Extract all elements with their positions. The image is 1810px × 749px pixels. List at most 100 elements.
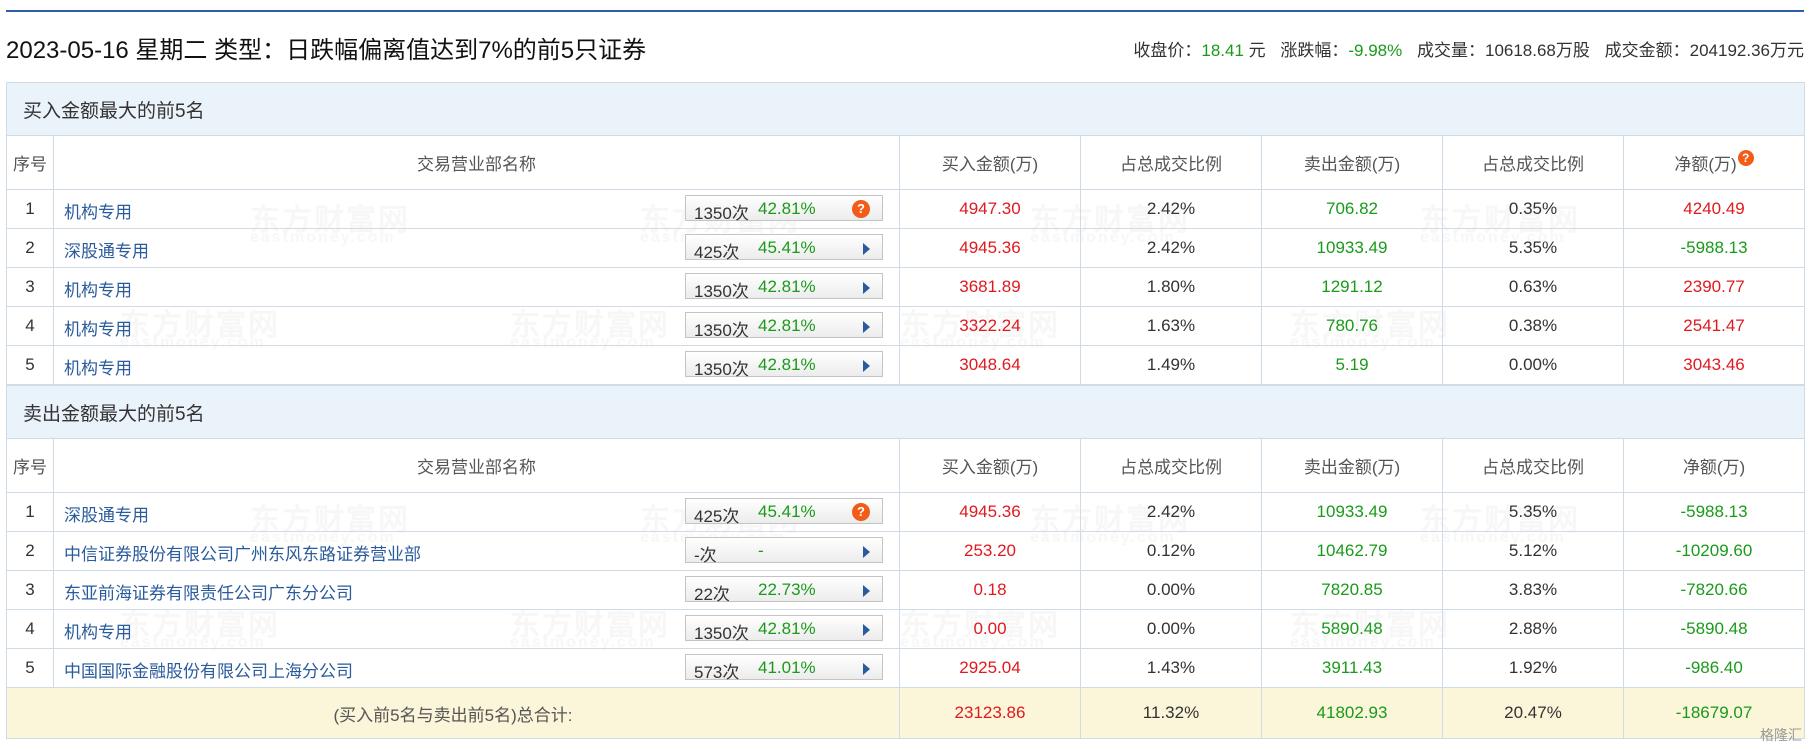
branch-stats-button[interactable]: -次 - — [685, 537, 883, 565]
close-label: 收盘价： — [1133, 41, 1202, 60]
sell-ratio: 5.35% — [1442, 228, 1624, 268]
branch-name-link[interactable]: 东亚前海证券有限责任公司广东分公司 — [64, 579, 353, 604]
branch-cell: 中信证券股份有限公司广州东风东路证券营业部 -次 - — [53, 531, 900, 571]
col-sell: 卖出金额(万) — [1261, 438, 1443, 493]
branch-cell: 深股通专用 425次 45.41% — [53, 228, 900, 268]
col-net: 净额(万) — [1622, 438, 1806, 493]
branch-name-link[interactable]: 深股通专用 — [64, 237, 149, 262]
buy-ratio: 0.00% — [1080, 609, 1262, 649]
branch-cell: 机构专用 1350次 42.81% — [53, 609, 900, 649]
net-amount: 2390.77 — [1622, 267, 1806, 307]
sell-ratio: 1.92% — [1442, 648, 1624, 688]
branch-cell: 机构专用 1350次 42.81% — [53, 267, 900, 307]
page-title: 2023-05-16 星期二 类型：日跌幅偏离值达到7%的前5只证券 — [6, 37, 647, 64]
branch-name-link[interactable]: 中国国际金融股份有限公司上海分公司 — [64, 657, 353, 682]
sell-amount: 10933.49 — [1261, 228, 1443, 268]
sell-ratio: 0.35% — [1442, 189, 1624, 229]
appearance-count: -次 — [694, 546, 717, 565]
sell-amount: 780.76 — [1261, 306, 1443, 346]
success-rate: 42.81% — [758, 355, 816, 374]
net-amount: 4240.49 — [1622, 189, 1806, 229]
buy-amount: 0.00 — [899, 609, 1081, 649]
buy-amount: 4947.30 — [899, 189, 1081, 229]
expand-arrow-icon[interactable] — [863, 585, 870, 597]
branch-name-link[interactable]: 机构专用 — [64, 198, 132, 223]
success-rate: 45.41% — [758, 502, 816, 521]
stock-summary: 收盘价：18.41 元 涨跌幅：-9.98% 成交量：10618.68万股 成交… — [1133, 36, 1804, 61]
branch-stats-button[interactable]: 1350次 42.81% — [685, 615, 883, 643]
source-logo: 格隆汇 — [1760, 727, 1802, 743]
branch-stats-button[interactable]: 1350次 42.81% — [685, 312, 883, 340]
col-buy-ratio: 占总成交比例 — [1080, 438, 1262, 493]
branch-stats-button[interactable]: 22次 22.73% — [685, 576, 883, 604]
branch-stats-button[interactable]: 425次 45.41% — [685, 234, 883, 262]
branch-stats-button[interactable]: 1350次 42.81%? — [685, 195, 883, 223]
row-index: 5 — [6, 648, 54, 688]
col-index: 序号 — [6, 135, 54, 190]
help-question-icon[interactable]: ? — [852, 200, 870, 218]
appearance-count: 425次 — [694, 507, 740, 526]
col-sell-ratio: 占总成交比例 — [1442, 135, 1624, 190]
expand-arrow-icon[interactable] — [863, 321, 870, 333]
amount-label: 成交金额： — [1604, 41, 1690, 60]
sell-ratio: 0.63% — [1442, 267, 1624, 307]
appearance-count: 573次 — [694, 663, 740, 682]
sell-ratio: 0.00% — [1442, 345, 1624, 385]
expand-arrow-icon[interactable] — [863, 243, 870, 255]
branch-name-link[interactable]: 机构专用 — [64, 618, 132, 643]
appearance-count: 425次 — [694, 243, 740, 262]
expand-arrow-icon[interactable] — [863, 360, 870, 372]
row-index: 3 — [6, 570, 54, 610]
buy-ratio: 1.43% — [1080, 648, 1262, 688]
net-amount: -5988.13 — [1622, 228, 1806, 268]
col-buy: 买入金额(万) — [899, 135, 1081, 190]
total-row: (买入前5名与卖出前5名)总合计: 23123.86 11.32% 41802.… — [6, 687, 1806, 739]
buy-amount: 3681.89 — [899, 267, 1081, 307]
buy-amount: 4945.36 — [899, 492, 1081, 532]
success-rate: 42.81% — [758, 619, 816, 638]
branch-name-link[interactable]: 机构专用 — [64, 354, 132, 379]
success-rate: 41.01% — [758, 658, 816, 677]
col-buy-ratio: 占总成交比例 — [1080, 135, 1262, 190]
expand-arrow-icon[interactable] — [863, 624, 870, 636]
buy-section-title: 买入金额最大的前5名 — [5, 82, 1806, 136]
help-question-icon[interactable]: ? — [852, 503, 870, 521]
branch-name-link[interactable]: 中信证券股份有限公司广州东风东路证券营业部 — [64, 540, 421, 565]
sell-amount: 7820.85 — [1261, 570, 1443, 610]
change-label: 涨跌幅： — [1280, 41, 1349, 60]
branch-name-link[interactable]: 深股通专用 — [64, 501, 149, 526]
success-rate: 42.81% — [758, 316, 816, 335]
appearance-count: 22次 — [694, 585, 730, 604]
branch-stats-button[interactable]: 1350次 42.81% — [685, 351, 883, 379]
success-rate: 45.41% — [758, 238, 816, 257]
expand-arrow-icon[interactable] — [863, 663, 870, 675]
amount-value: 204192.36万元 — [1689, 41, 1804, 60]
col-sell: 卖出金额(万) — [1261, 135, 1443, 190]
sell-ratio: 5.12% — [1442, 531, 1624, 571]
buy-amount: 2925.04 — [899, 648, 1081, 688]
buy-ratio: 2.42% — [1080, 189, 1262, 229]
expand-arrow-icon[interactable] — [863, 282, 870, 294]
appearance-count: 1350次 — [694, 360, 749, 379]
appearance-count: 1350次 — [694, 624, 749, 643]
change-value: -9.98% — [1348, 41, 1403, 60]
buy-ratio: 2.42% — [1080, 228, 1262, 268]
branch-name-link[interactable]: 机构专用 — [64, 276, 132, 301]
branch-cell: 深股通专用 425次 45.41%? — [53, 492, 900, 532]
branch-stats-button[interactable]: 573次 41.01% — [685, 654, 883, 682]
expand-arrow-icon[interactable] — [863, 546, 870, 558]
table-row: 1 机构专用 1350次 42.81%? 4947.30 2.42% 706.82 0.35%… — [6, 189, 1806, 229]
branch-stats-button[interactable]: 425次 45.41%? — [685, 498, 883, 526]
net-amount: -5988.13 — [1622, 492, 1806, 532]
col-buy: 买入金额(万) — [899, 438, 1081, 493]
help-question-icon[interactable]: ? — [1737, 150, 1754, 166]
success-rate: - — [758, 541, 764, 560]
branch-name-link[interactable]: 机构专用 — [64, 315, 132, 340]
branch-cell: 机构专用 1350次 42.81%? — [53, 189, 900, 229]
row-index: 1 — [6, 492, 54, 532]
branch-stats-button[interactable]: 1350次 42.81% — [685, 273, 883, 301]
row-index: 2 — [6, 531, 54, 571]
net-amount: 3043.46 — [1622, 345, 1806, 385]
total-label: (买入前5名与卖出前5名)总合计: — [6, 687, 900, 739]
branch-cell: 机构专用 1350次 42.81% — [53, 345, 900, 385]
